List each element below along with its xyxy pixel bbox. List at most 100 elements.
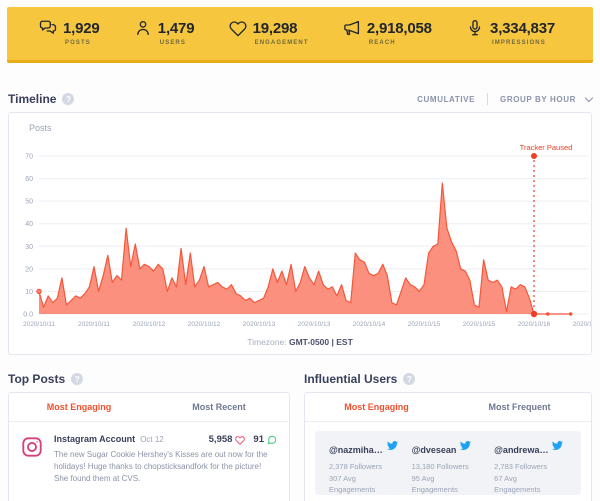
microphone-icon: [466, 19, 484, 37]
series-zero-dot: [569, 312, 573, 316]
top-posts-tabs: Most Engaging Most Recent: [9, 393, 289, 422]
y-tick-label: 50: [25, 199, 33, 206]
stat-engagement: 19,298 ENGAGEMENT: [229, 19, 309, 46]
tab-most-engaging-users[interactable]: Most Engaging: [305, 393, 448, 421]
y-tick-label: 20: [25, 266, 33, 273]
tab-most-engaging[interactable]: Most Engaging: [9, 393, 149, 421]
x-tick-label: 2020/10/11: [23, 321, 55, 328]
user-avg-engagements: 307 Avg Engagements: [329, 473, 391, 496]
engagement-count: 19,298: [253, 20, 298, 37]
timeline-help-icon[interactable]: ?: [62, 93, 74, 105]
heart-icon: [229, 19, 247, 37]
top-posts-title: Top Posts: [8, 372, 65, 386]
chat-bubbles-icon: [39, 19, 57, 37]
user-followers: 2,783 Followers: [494, 461, 556, 473]
user-followers: 13,180 Followers: [412, 461, 474, 473]
user-icon: [134, 19, 152, 37]
user-handle[interactable]: @dvesean: [412, 445, 457, 455]
x-tick-label: 2020/10/14: [353, 321, 386, 328]
user-followers: 2,378 Followers: [329, 461, 391, 473]
likes-count: 5,958: [209, 434, 233, 445]
user-avg-engagements: 95 Avg Engagements: [412, 473, 474, 496]
timeline-chart-svg: 70 60 50 40 30 20 10 0.0 2020/10/11 2020/10/11 202…: [13, 143, 591, 341]
user-card[interactable]: @dvesean 13,180 Followers 95 Avg Engagem…: [408, 440, 491, 495]
timeline-header: Timeline ? CUMULATIVE GROUP BY HOUR: [8, 92, 592, 106]
stat-posts: 1,929 POSTS: [39, 19, 100, 46]
influential-users-header: Influential Users ?: [304, 372, 415, 386]
y-tick-label: 40: [25, 221, 33, 228]
x-tick-label: 2020/10/15: [408, 321, 441, 328]
twitter-icon: [548, 440, 563, 457]
x-tick-label: 2020/10/13: [243, 321, 276, 328]
tracker-paused-label: Tracker Paused: [520, 143, 573, 152]
influential-users-help-icon[interactable]: ?: [403, 373, 415, 385]
impressions-count: 3,334,837: [490, 20, 555, 37]
user-handle[interactable]: @nazmiha…: [329, 445, 383, 455]
timezone-prefix: Timezone:: [247, 337, 286, 347]
area-series: [39, 183, 571, 314]
stats-banner: 1,929 POSTS 1,479 USERS 19,298 ENGAGEMEN…: [7, 7, 593, 63]
user-avg-engagements: 67 Avg Engagements: [494, 473, 556, 496]
x-tick-label: 2020/10/13: [298, 321, 331, 328]
tab-most-frequent[interactable]: Most Frequent: [448, 393, 591, 421]
series-start-dot: [37, 289, 41, 293]
controls-divider: [487, 93, 488, 105]
cumulative-button[interactable]: CUMULATIVE: [417, 95, 475, 104]
user-card[interactable]: @nazmiha… 2,378 Followers 307 Avg Engage…: [325, 440, 408, 495]
top-posts-help-icon[interactable]: ?: [71, 373, 83, 385]
timeline-title: Timeline: [8, 92, 56, 106]
megaphone-icon: [343, 19, 361, 37]
influential-users-tabs: Most Engaging Most Frequent: [305, 393, 591, 422]
y-tick-label: 60: [25, 176, 33, 183]
reach-label: REACH: [369, 40, 432, 46]
user-card[interactable]: @andrewa… 2,783 Followers 67 Avg Engagem…: [490, 440, 573, 495]
y-tick-label: 70: [25, 154, 33, 161]
top-post-item[interactable]: Instagram Account Oct 12 5,958 91 The ne…: [9, 422, 289, 485]
x-tick-label: 2020/10/11: [78, 321, 110, 328]
post-date: Oct 12: [140, 435, 200, 444]
user-handle[interactable]: @andrewa…: [494, 445, 548, 455]
users-label: USERS: [160, 40, 195, 46]
twitter-icon: [383, 440, 398, 457]
reach-count: 2,918,058: [367, 20, 432, 37]
stat-reach: 2,918,058 REACH: [343, 19, 432, 46]
top-posts-header: Top Posts ?: [8, 372, 83, 386]
likes-heart-icon: [235, 435, 245, 445]
tracker-paused-bottom-dot: [531, 311, 537, 317]
group-by-hour-button[interactable]: GROUP BY HOUR: [500, 95, 576, 104]
post-body-text: The new Sugar Cookie Hershey's Kisses ar…: [54, 449, 277, 485]
users-box: @nazmiha… 2,378 Followers 307 Avg Engage…: [315, 431, 581, 495]
comments-metric: 91: [253, 434, 277, 445]
top-posts-panel: Most Engaging Most Recent Instagram Acco…: [8, 392, 290, 501]
posts-label: POSTS: [65, 40, 100, 46]
chevron-down-icon[interactable]: [585, 93, 593, 101]
timezone-note: Timezone: GMT-0500 | EST: [9, 337, 591, 347]
y-tick-label: 10: [25, 289, 33, 296]
y-tick-label: 30: [25, 244, 33, 251]
influential-users-title: Influential Users: [304, 372, 397, 386]
x-tick-label: 2020/10/15: [463, 321, 496, 328]
timeline-panel: Posts 70 60 50 40 30 20 10 0.0 2020/10/11 2020/10…: [8, 112, 592, 355]
posts-count: 1,929: [63, 20, 100, 37]
engagement-label: ENGAGEMENT: [255, 40, 309, 46]
timeline-chart: 70 60 50 40 30 20 10 0.0 2020/10/11 2020/10/11 202…: [13, 143, 591, 341]
timezone-value: GMT-0500 | EST: [289, 337, 353, 347]
x-tick-label: 2020/10/12: [133, 321, 166, 328]
instagram-icon: [21, 434, 43, 485]
y-axis-title: Posts: [29, 123, 52, 133]
y-tick-label: 0.0: [23, 312, 33, 319]
twitter-icon: [456, 440, 471, 457]
tab-most-recent[interactable]: Most Recent: [149, 393, 289, 421]
likes-metric: 5,958: [209, 434, 246, 445]
x-tick-label: 2020/10/16: [518, 321, 551, 328]
impressions-label: IMPRESSIONS: [492, 40, 555, 46]
tracker-paused-top-dot: [531, 153, 537, 159]
stat-impressions: 3,334,837 IMPRESSIONS: [466, 19, 555, 46]
comments-bubble-icon: [267, 435, 277, 445]
post-account-name[interactable]: Instagram Account: [54, 434, 135, 444]
x-tick-label: 2020/10/12: [188, 321, 221, 328]
users-count: 1,479: [158, 20, 195, 37]
stat-users: 1,479 USERS: [134, 19, 195, 46]
comments-count: 91: [253, 434, 264, 445]
x-tick-label: 2020/10/16: [573, 321, 591, 328]
